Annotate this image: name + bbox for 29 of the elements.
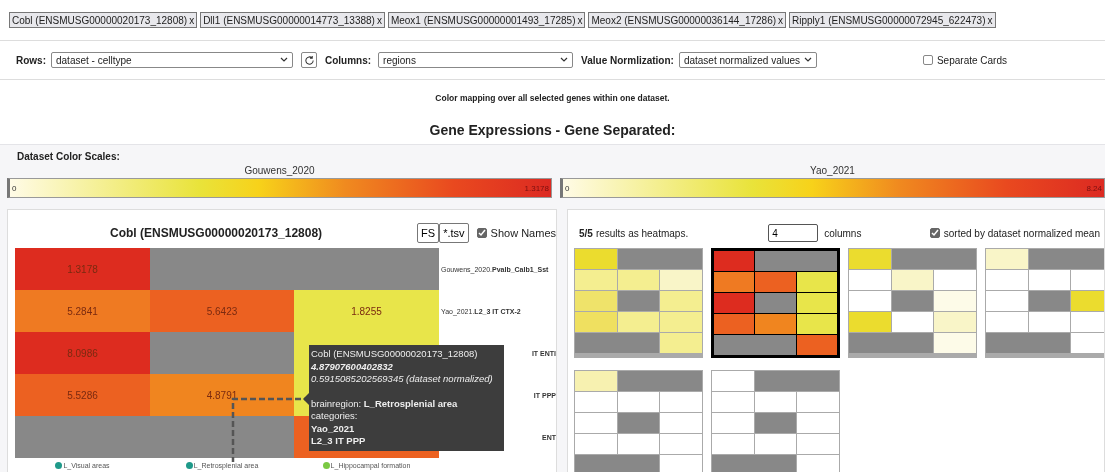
tag-label: Meox2 (ENSMUSG00000036144_17286) bbox=[591, 14, 777, 26]
scale-max-label: 8.24 bbox=[1086, 183, 1102, 193]
field-label: columns bbox=[824, 227, 862, 239]
card-title: Cobl (ENSMUSG00000020173_12808) bbox=[109, 226, 324, 240]
checkbox-label: Show Names bbox=[490, 227, 556, 239]
tag-label: Ripply1 (ENSMUSG00000072945_622473) bbox=[792, 14, 986, 26]
scale-max-label: 1.3178 bbox=[524, 183, 549, 193]
tooltip-text: brainregion: L_Retrosplenial area bbox=[311, 397, 459, 410]
tooltip-text: 4.87907600402832 bbox=[311, 360, 394, 373]
scale-min-label: 0 bbox=[565, 183, 570, 193]
field-label: Value Normlization: bbox=[581, 54, 674, 66]
scale-title: Yao_2021 bbox=[810, 165, 855, 178]
scale-title: Gouwens_2020 bbox=[244, 165, 315, 178]
field-label: Rows: bbox=[16, 54, 46, 66]
tooltip-text: 0.5915085202569345 (dataset normalized) bbox=[311, 373, 494, 386]
checkbox-label: sorted by dataset normalized mean bbox=[943, 227, 1100, 239]
tag-label: Dll1 (ENSMUSG00000014773_13388) bbox=[203, 14, 375, 26]
tooltip-text: categories: bbox=[311, 410, 359, 423]
field-label: Columns: bbox=[325, 54, 372, 66]
results-summary: 5/5 results as heatmaps. bbox=[579, 227, 689, 239]
tag-label: Meox1 (ENSMUSG00000001493_17285) bbox=[390, 14, 576, 26]
tooltip-text: Yao_2021 bbox=[311, 422, 356, 435]
scale-min-label: 0 bbox=[12, 183, 17, 193]
tag-label: Cobl (ENSMUSG00000020173_12808) bbox=[12, 14, 188, 26]
info-text: Color mapping over all selected genes within one dataset. bbox=[434, 92, 671, 105]
tooltip-text: Cobl (ENSMUSG00000020173_12808) bbox=[311, 348, 479, 361]
tooltip-text: L2_3 IT PPP bbox=[311, 435, 367, 448]
checkbox-label: Separate Cards bbox=[936, 54, 1007, 66]
section-label: Dataset Color Scales: bbox=[17, 151, 121, 163]
